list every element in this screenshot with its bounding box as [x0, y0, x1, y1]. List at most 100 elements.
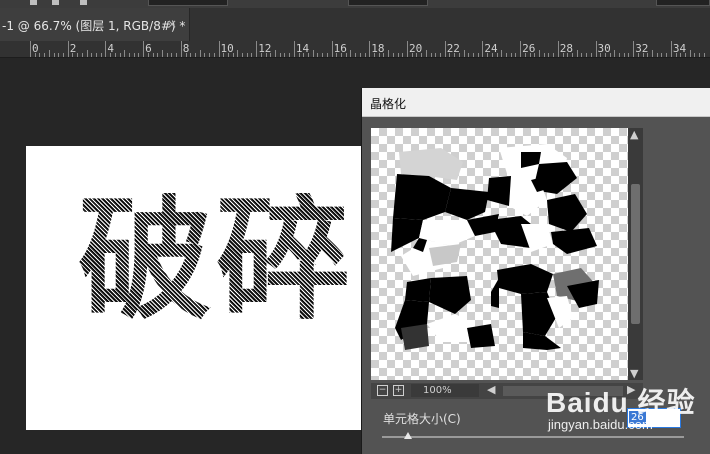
zoom-in-button[interactable]: +: [393, 385, 404, 396]
ruler-tick: [293, 41, 295, 57]
ruler-tick: [110, 53, 112, 57]
tool-option-icon[interactable]: [30, 0, 37, 5]
ruler-tick: [62, 53, 64, 57]
ruler-tick: [534, 53, 536, 57]
ruler-tick: [529, 53, 531, 57]
option-dropdown[interactable]: [348, 0, 428, 6]
ruler-tick: [336, 53, 338, 57]
ruler-tick: [430, 53, 432, 57]
ruler-tick: [166, 53, 168, 57]
ruler-tick: [562, 53, 564, 57]
ruler-tick: [675, 53, 677, 57]
close-icon[interactable]: ×: [167, 17, 177, 31]
ruler-tick: [260, 53, 262, 57]
ruler-tick: [623, 53, 625, 57]
ruler-tick: [491, 53, 493, 57]
zoom-dropdown-icon[interactable]: ◀: [487, 383, 495, 396]
ruler-tick: [656, 53, 658, 57]
ruler-tick: [510, 53, 512, 57]
crystallize-preview-image: [391, 144, 599, 350]
document-canvas[interactable]: 破碎: [26, 146, 366, 430]
ruler-tick: [157, 53, 159, 57]
ruler-tick: [242, 53, 244, 57]
ruler-tick: [501, 50, 503, 57]
document-tab-title: -1 @ 66.7% (图层 1, RGB/8#) *: [2, 19, 186, 33]
ruler-tick: [350, 50, 352, 57]
ruler-tick: [388, 50, 390, 57]
ruler-tick: [152, 53, 154, 57]
ruler-tick: [256, 41, 258, 57]
ruler-tick: [652, 50, 654, 57]
option-field[interactable]: [148, 0, 228, 6]
ruler-tick: [581, 53, 583, 57]
preview-vertical-scrollbar[interactable]: ▲ ▼: [628, 128, 643, 380]
ruler-tick: [425, 50, 427, 57]
zoom-out-button[interactable]: −: [377, 385, 388, 396]
ruler-tick: [369, 41, 371, 57]
ruler-tick: [670, 41, 672, 57]
zoom-value: 100%: [411, 384, 479, 397]
filter-preview[interactable]: [371, 128, 628, 380]
ruler-tick: [119, 53, 121, 57]
ruler-tick: [600, 53, 602, 57]
ruler-tick: [515, 53, 517, 57]
ruler-tick: [48, 50, 50, 57]
ruler-tick: [487, 53, 489, 57]
ruler-tick: [538, 50, 540, 57]
ruler-tick: [91, 53, 93, 57]
tool-option-icon[interactable]: [52, 0, 59, 5]
ruler-tick: [227, 53, 229, 57]
ruler-tick: [703, 53, 705, 57]
baidu-logo: Baidu 经验: [546, 387, 696, 418]
ruler-tick: [397, 53, 399, 57]
ruler-tick: [279, 53, 281, 57]
ruler-tick: [411, 53, 413, 57]
ruler-tick: [138, 53, 140, 57]
ruler-tick: [58, 53, 60, 57]
ruler-tick: [209, 53, 211, 57]
ruler-tick: [482, 41, 484, 57]
ruler-tick: [128, 53, 130, 57]
ruler-tick: [232, 53, 234, 57]
dialog-title-bar[interactable]: 晶格化: [362, 88, 710, 117]
horizontal-ruler[interactable]: 0 2 4 6 8 10 12 14 16 18 20 22 24 26 28 30 32 34: [0, 41, 710, 58]
cell-size-slider-thumb[interactable]: [404, 432, 412, 439]
ruler-tick: [143, 41, 145, 57]
ruler-tick: [374, 53, 375, 57]
ruler-tick: [642, 53, 644, 57]
ruler-tick: [298, 53, 300, 57]
dialog-title: 晶格化: [370, 97, 407, 111]
option-field[interactable]: [656, 0, 710, 6]
ruler-tick: [694, 53, 696, 57]
ruler-tick: [223, 53, 225, 57]
ruler-tick: [449, 53, 451, 57]
ruler-tick: [194, 53, 196, 57]
ruler-tick: [322, 53, 324, 57]
ruler-tick: [435, 53, 437, 57]
ruler-tick: [472, 53, 474, 57]
ruler-tick: [284, 53, 286, 57]
ruler-tick: [185, 53, 187, 57]
document-tab[interactable]: -1 @ 66.7% (图层 1, RGB/8#) * ×: [0, 8, 190, 41]
ruler-tick: [218, 41, 220, 57]
ruler-tick: [454, 53, 456, 57]
scrollbar-thumb[interactable]: [631, 184, 640, 324]
ruler-tick: [30, 41, 31, 57]
scroll-down-icon[interactable]: ▼: [630, 367, 638, 380]
ruler-tick: [378, 53, 380, 57]
ruler-tick: [416, 53, 418, 57]
ruler-tick: [237, 50, 239, 57]
tool-option-icon[interactable]: [80, 0, 87, 5]
ruler-tick: [133, 53, 135, 57]
ruler-tick: [114, 53, 116, 57]
ruler-tick: [44, 53, 46, 57]
ruler-tick: [81, 53, 83, 57]
ruler-tick: [359, 53, 361, 57]
ruler-tick: [39, 53, 41, 57]
ruler-tick: [331, 41, 333, 57]
ruler-tick: [444, 41, 446, 57]
scroll-up-icon[interactable]: ▲: [630, 128, 638, 141]
ruler-tick: [204, 53, 206, 57]
ruler-tick: [609, 53, 611, 57]
ruler-tick: [67, 41, 69, 57]
